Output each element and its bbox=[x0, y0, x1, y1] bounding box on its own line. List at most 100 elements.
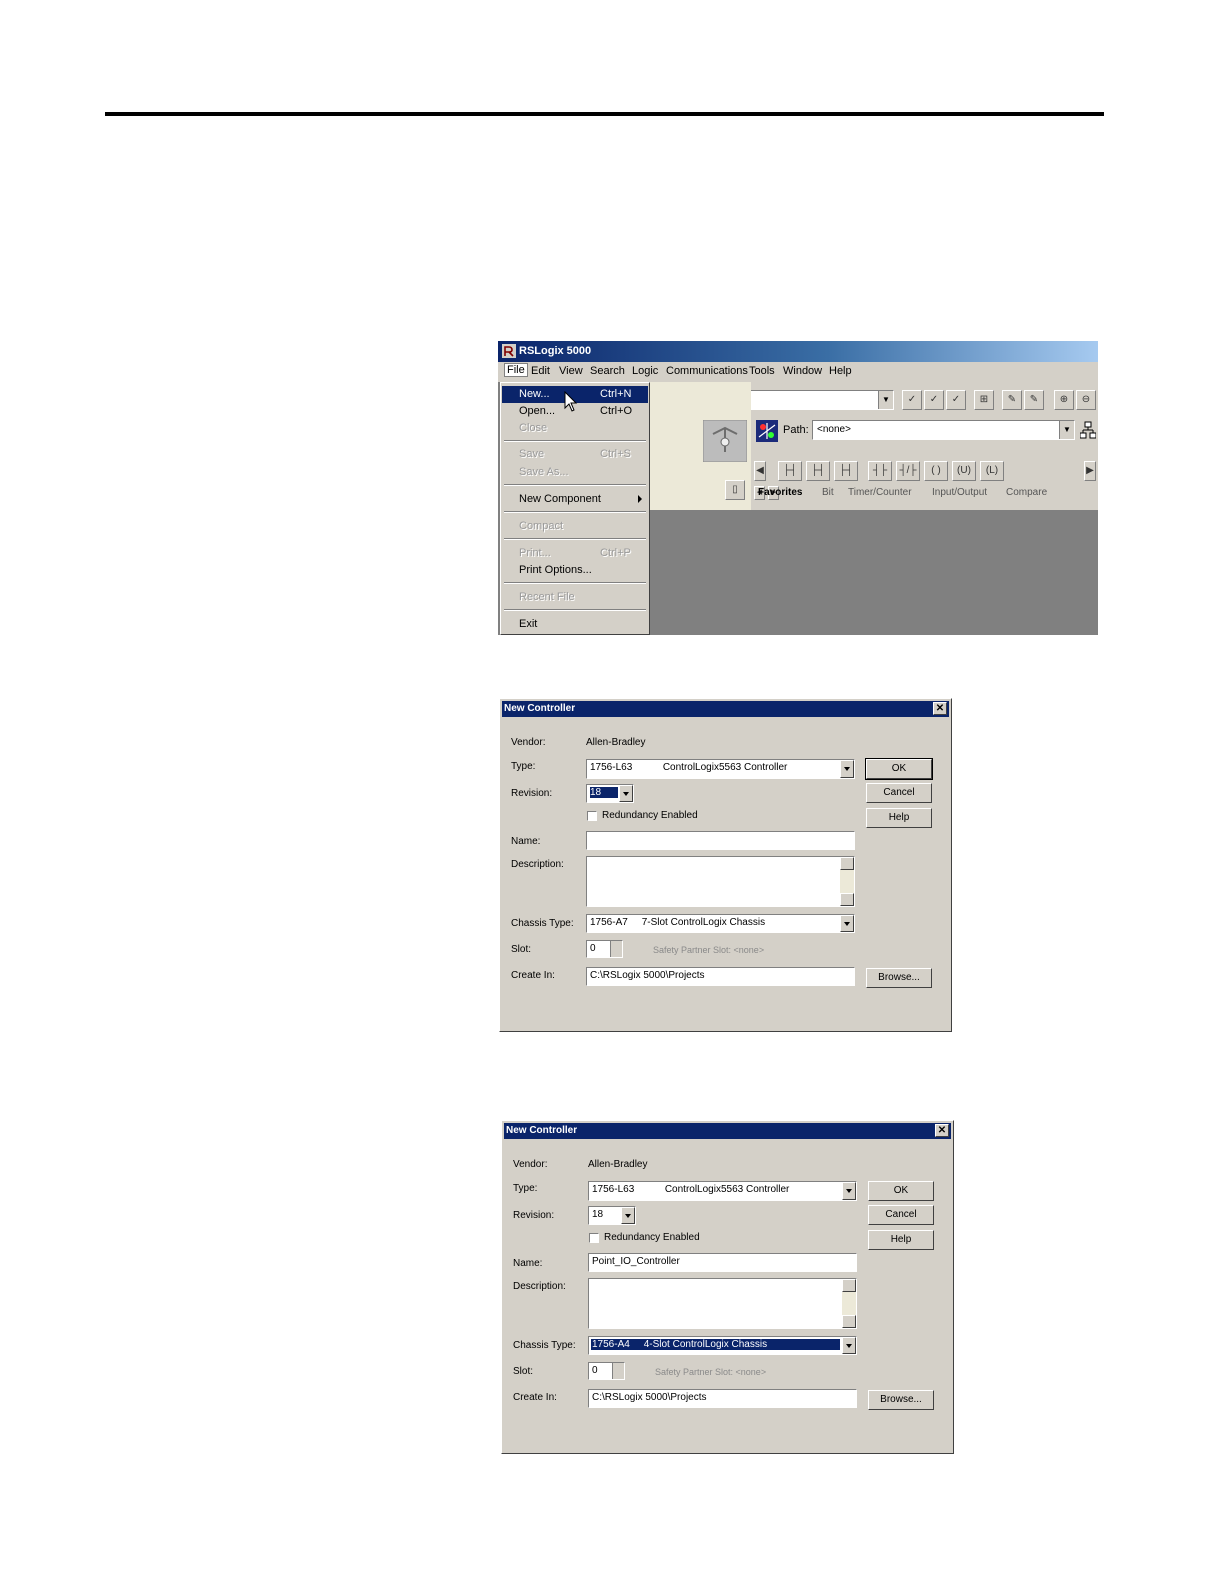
type-select[interactable]: 1756-L63 ControlLogix5563 Controller bbox=[586, 759, 855, 779]
name-input[interactable] bbox=[586, 831, 855, 850]
chevron-down-icon[interactable] bbox=[621, 1207, 635, 1224]
chevron-down-icon[interactable] bbox=[619, 785, 633, 802]
cancel-button[interactable]: Cancel bbox=[866, 783, 932, 803]
menu-tools[interactable]: Tools bbox=[749, 365, 775, 377]
otu-icon[interactable]: (U) bbox=[952, 461, 976, 481]
menu-help[interactable]: Help bbox=[829, 365, 852, 377]
safety-partner-slot: Safety Partner Slot: <none> bbox=[655, 1367, 767, 1377]
revision-select[interactable]: 18 bbox=[586, 784, 634, 803]
scroll-left-icon[interactable]: ◀ bbox=[754, 461, 766, 481]
description-input[interactable] bbox=[586, 856, 855, 907]
scrollbar[interactable] bbox=[840, 857, 854, 906]
who-active-icon[interactable] bbox=[1080, 421, 1096, 439]
menu-item-save[interactable]: Save Ctrl+S bbox=[502, 446, 648, 463]
menu-item-close[interactable]: Close bbox=[502, 420, 648, 437]
menu-item-label: Print... bbox=[519, 547, 551, 559]
spinner-icon[interactable] bbox=[610, 941, 622, 957]
browse-button[interactable]: Browse... bbox=[866, 968, 932, 988]
chevron-down-icon[interactable]: ▼ bbox=[1059, 421, 1074, 439]
chassis-type-select[interactable]: 1756-A7 7-Slot ControlLogix Chassis bbox=[586, 914, 855, 933]
menu-item-label: New Component bbox=[519, 493, 601, 505]
menu-search[interactable]: Search bbox=[590, 365, 625, 377]
search-combo[interactable]: ▼ bbox=[729, 390, 894, 410]
scroll-up-icon[interactable] bbox=[842, 1279, 856, 1292]
xic-icon[interactable]: ┤├ bbox=[868, 461, 892, 481]
chevron-down-icon[interactable] bbox=[840, 760, 854, 778]
ote-icon[interactable]: ( ) bbox=[924, 461, 948, 481]
xio-icon[interactable]: ┤/├ bbox=[896, 461, 920, 481]
tab-timer-counter[interactable]: Timer/Counter bbox=[848, 487, 912, 498]
zoom-out-icon[interactable]: ⊖ bbox=[1076, 390, 1096, 410]
type-select[interactable]: 1756-L63 ControlLogix5563 Controller bbox=[588, 1181, 857, 1201]
branch-icon[interactable]: ├┤ bbox=[806, 461, 830, 481]
menu-view[interactable]: View bbox=[559, 365, 583, 377]
verify-controller-icon[interactable]: ✓ bbox=[924, 390, 944, 410]
menu-item-save-as[interactable]: Save As... bbox=[502, 464, 648, 481]
ok-button[interactable]: OK bbox=[865, 758, 933, 780]
scroll-up-icon[interactable] bbox=[840, 857, 854, 870]
slot-stepper[interactable]: 0 bbox=[586, 940, 623, 958]
cancel-button[interactable]: Cancel bbox=[868, 1205, 934, 1225]
create-in-label: Create In: bbox=[513, 1392, 557, 1403]
menu-item-new-component[interactable]: New Component bbox=[502, 491, 648, 508]
menu-item-print-options[interactable]: Print Options... bbox=[502, 562, 648, 579]
spinner-icon[interactable] bbox=[612, 1363, 624, 1379]
slot-stepper[interactable]: 0 bbox=[588, 1362, 625, 1380]
otl-icon[interactable]: (L) bbox=[980, 461, 1004, 481]
description-input[interactable] bbox=[588, 1278, 857, 1329]
help-button[interactable]: Help bbox=[868, 1230, 934, 1250]
chevron-down-icon[interactable] bbox=[840, 915, 854, 932]
edit-icon[interactable]: ✎ bbox=[1024, 390, 1044, 410]
tab-favorites[interactable]: Favorites bbox=[758, 487, 802, 498]
keyswitch-icon[interactable]: ▯ bbox=[725, 480, 745, 500]
redundancy-checkbox[interactable] bbox=[589, 1233, 599, 1243]
redundancy-checkbox[interactable] bbox=[587, 811, 597, 821]
chevron-down-icon[interactable] bbox=[842, 1337, 856, 1354]
menu-file[interactable]: File bbox=[504, 363, 528, 377]
tab-bit[interactable]: Bit bbox=[822, 487, 834, 498]
vendor-value: Allen-Bradley bbox=[586, 737, 646, 748]
properties-icon[interactable]: ✎ bbox=[1002, 390, 1022, 410]
menu-logic[interactable]: Logic bbox=[632, 365, 658, 377]
branch-level-icon[interactable]: ├┤ bbox=[834, 461, 858, 481]
menu-communications[interactable]: Communications bbox=[666, 365, 748, 377]
scroll-down-icon[interactable] bbox=[840, 893, 854, 906]
chevron-down-icon[interactable] bbox=[842, 1182, 856, 1200]
menu-edit[interactable]: Edit bbox=[531, 365, 550, 377]
path-combo[interactable]: <none> ▼ bbox=[812, 420, 1075, 440]
chassis-type-label: Chassis Type: bbox=[513, 1340, 576, 1351]
tab-input-output[interactable]: Input/Output bbox=[932, 487, 987, 498]
name-input[interactable]: Point_IO_Controller bbox=[588, 1253, 857, 1272]
menu-item-exit[interactable]: Exit bbox=[502, 616, 648, 633]
network-icon[interactable] bbox=[756, 420, 778, 442]
create-in-input[interactable]: C:\RSLogix 5000\Projects bbox=[586, 967, 855, 986]
chassis-type-select[interactable]: 1756-A4 4-Slot ControlLogix Chassis bbox=[588, 1336, 857, 1355]
scroll-right-icon[interactable]: ▶ bbox=[1084, 461, 1096, 481]
menu-item-print[interactable]: Print... Ctrl+P bbox=[502, 545, 648, 562]
verify-routine-icon[interactable]: ✓ bbox=[902, 390, 922, 410]
help-button[interactable]: Help bbox=[866, 808, 932, 828]
menu-item-recent-file[interactable]: Recent File bbox=[502, 589, 648, 606]
menu-item-label: Print Options... bbox=[519, 564, 592, 576]
create-in-label: Create In: bbox=[511, 970, 555, 981]
scroll-down-icon[interactable] bbox=[842, 1315, 856, 1328]
build-icon[interactable]: ✓ bbox=[946, 390, 966, 410]
browse-button[interactable]: Browse... bbox=[868, 1390, 934, 1410]
close-icon[interactable]: ✕ bbox=[933, 702, 947, 715]
tree-view-icon[interactable]: ⊞ bbox=[974, 390, 994, 410]
revision-select[interactable]: 18 bbox=[588, 1206, 636, 1225]
tab-compare[interactable]: Compare bbox=[1006, 487, 1047, 498]
controller-organizer-panel: ▯ bbox=[648, 382, 751, 510]
chevron-down-icon[interactable]: ▼ bbox=[878, 391, 893, 409]
menu-item-compact[interactable]: Compact bbox=[502, 518, 648, 535]
close-icon[interactable]: ✕ bbox=[935, 1124, 949, 1137]
create-in-input[interactable]: C:\RSLogix 5000\Projects bbox=[588, 1389, 857, 1408]
chassis-type-label: Chassis Type: bbox=[511, 918, 574, 929]
create-in-value: C:\RSLogix 5000\Projects bbox=[590, 970, 705, 981]
ok-button[interactable]: OK bbox=[868, 1181, 934, 1201]
menu-bar: File Edit View Search Logic Communicatio… bbox=[498, 362, 1098, 382]
zoom-in-icon[interactable]: ⊕ bbox=[1054, 390, 1074, 410]
menu-window[interactable]: Window bbox=[783, 365, 822, 377]
rung-icon[interactable]: ├┤ bbox=[778, 461, 802, 481]
scrollbar[interactable] bbox=[842, 1279, 856, 1328]
